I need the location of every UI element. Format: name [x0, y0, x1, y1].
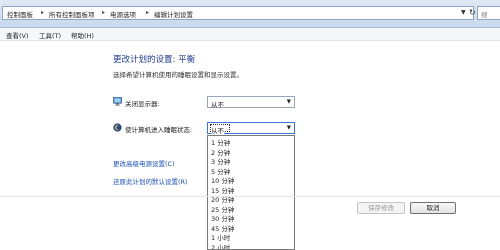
breadcrumb-power-options[interactable]: 电源选项 — [110, 9, 136, 19]
breadcrumb-separator-icon[interactable]: ▸ — [41, 9, 44, 16]
breadcrumb-edit-plan[interactable]: 编辑计划设置 — [154, 9, 193, 19]
menu-tools[interactable]: 工具(T) — [39, 30, 61, 40]
breadcrumb-separator-icon[interactable]: ▸ — [102, 9, 105, 16]
dropdown-option[interactable]: 2 小时 — [211, 242, 230, 250]
page-subtitle: 选择希望计算机使用的睡眠设置和显示设置。 — [113, 71, 243, 79]
chevron-down-icon: ▼ — [286, 124, 291, 131]
cancel-button[interactable]: 取消 — [410, 202, 456, 214]
search-input[interactable]: 搜 — [477, 6, 500, 20]
dropdown-option[interactable]: 1 小时 — [211, 232, 230, 242]
dropdown-option[interactable]: 1 分钟 — [211, 137, 230, 147]
save-changes-button[interactable]: 保存修改 — [357, 202, 405, 214]
search-placeholder: 搜 — [481, 11, 488, 19]
breadcrumb-separator-icon[interactable]: ▸ — [146, 9, 149, 16]
breadcrumb-all-items[interactable]: 所有控制面板项 — [49, 9, 95, 19]
display-off-value: 从不 — [211, 100, 224, 109]
dropdown-option[interactable]: 3 分钟 — [211, 156, 230, 166]
sleep-label: 使计算机进入睡眠状态: — [125, 126, 193, 134]
menu-help[interactable]: 帮助(H) — [71, 30, 94, 40]
address-dropdown-icon[interactable]: ▼ — [461, 9, 466, 16]
sleep-dropdown-list[interactable]: 1 分钟 2 分钟 3 分钟 5 分钟 10 分钟 15 分钟 20 分钟 25… — [207, 135, 295, 250]
menu-bar: 查看(V) 工具(T) 帮助(H) — [0, 28, 500, 41]
dropdown-option[interactable]: 30 分钟 — [211, 213, 234, 223]
sleep-value: 从不 — [211, 124, 224, 135]
address-bar[interactable]: 控制面板 ▸ 所有控制面板项 ▸ 电源选项 ▸ 编辑计划设置 ▼ ↻ — [2, 6, 476, 20]
dropdown-option[interactable]: 15 分钟 — [211, 185, 234, 195]
dropdown-option[interactable]: 25 分钟 — [211, 204, 234, 214]
page-title: 更改计划的设置: 平衡 — [113, 55, 196, 65]
refresh-icon[interactable]: ↻ — [469, 8, 476, 17]
footer-divider — [0, 196, 500, 197]
dropdown-option[interactable]: 45 分钟 — [211, 223, 234, 233]
restore-defaults-link[interactable]: 还原此计划的默认设置(R) — [113, 176, 188, 186]
moon-sleep-icon — [113, 123, 122, 132]
dropdown-option[interactable]: 2 分钟 — [211, 147, 230, 157]
advanced-settings-link[interactable]: 更改高级电源设置(C) — [113, 158, 175, 168]
breadcrumb-control-panel[interactable]: 控制面板 — [7, 9, 33, 19]
sleep-select[interactable]: 从不 ▼ — [207, 122, 295, 135]
dropdown-option[interactable]: 5 分钟 — [211, 166, 230, 176]
address-bar-region: 控制面板 ▸ 所有控制面板项 ▸ 电源选项 ▸ 编辑计划设置 ▼ ↻ 搜 — [0, 0, 500, 28]
dropdown-option[interactable]: 10 分钟 — [211, 175, 234, 185]
chevron-down-icon: ▼ — [286, 98, 291, 105]
monitor-icon — [113, 97, 122, 106]
display-off-label: 关闭显示器: — [125, 100, 160, 108]
display-off-select[interactable]: 从不 ▼ — [207, 96, 295, 109]
menu-view[interactable]: 查看(V) — [6, 30, 29, 40]
